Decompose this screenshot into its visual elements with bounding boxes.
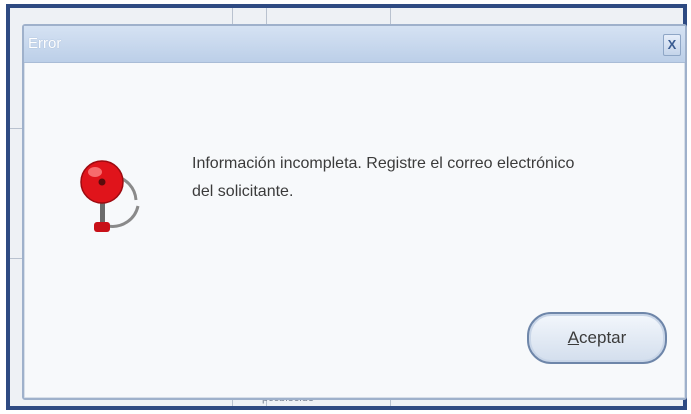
dialog-titlebar[interactable]: Error X: [24, 26, 685, 63]
alarm-bell-icon: [80, 160, 140, 232]
error-dialog: Error X Información incompleta. Registre…: [22, 24, 687, 400]
screen: pccblecide Error X Información incomplet…: [0, 0, 691, 414]
accept-button[interactable]: Aceptar: [527, 312, 667, 364]
close-button[interactable]: X: [663, 34, 681, 56]
error-message-line: Información incompleta. Registre el corr…: [192, 155, 575, 172]
error-message-line: del solicitante.: [192, 183, 294, 200]
dialog-title: Error: [28, 35, 62, 52]
error-message: Información incompleta. Registre el corr…: [192, 150, 672, 206]
accept-button-label: ceptar: [579, 328, 627, 347]
close-icon: X: [667, 37, 677, 52]
accept-button-mnemonic: A: [567, 328, 580, 347]
